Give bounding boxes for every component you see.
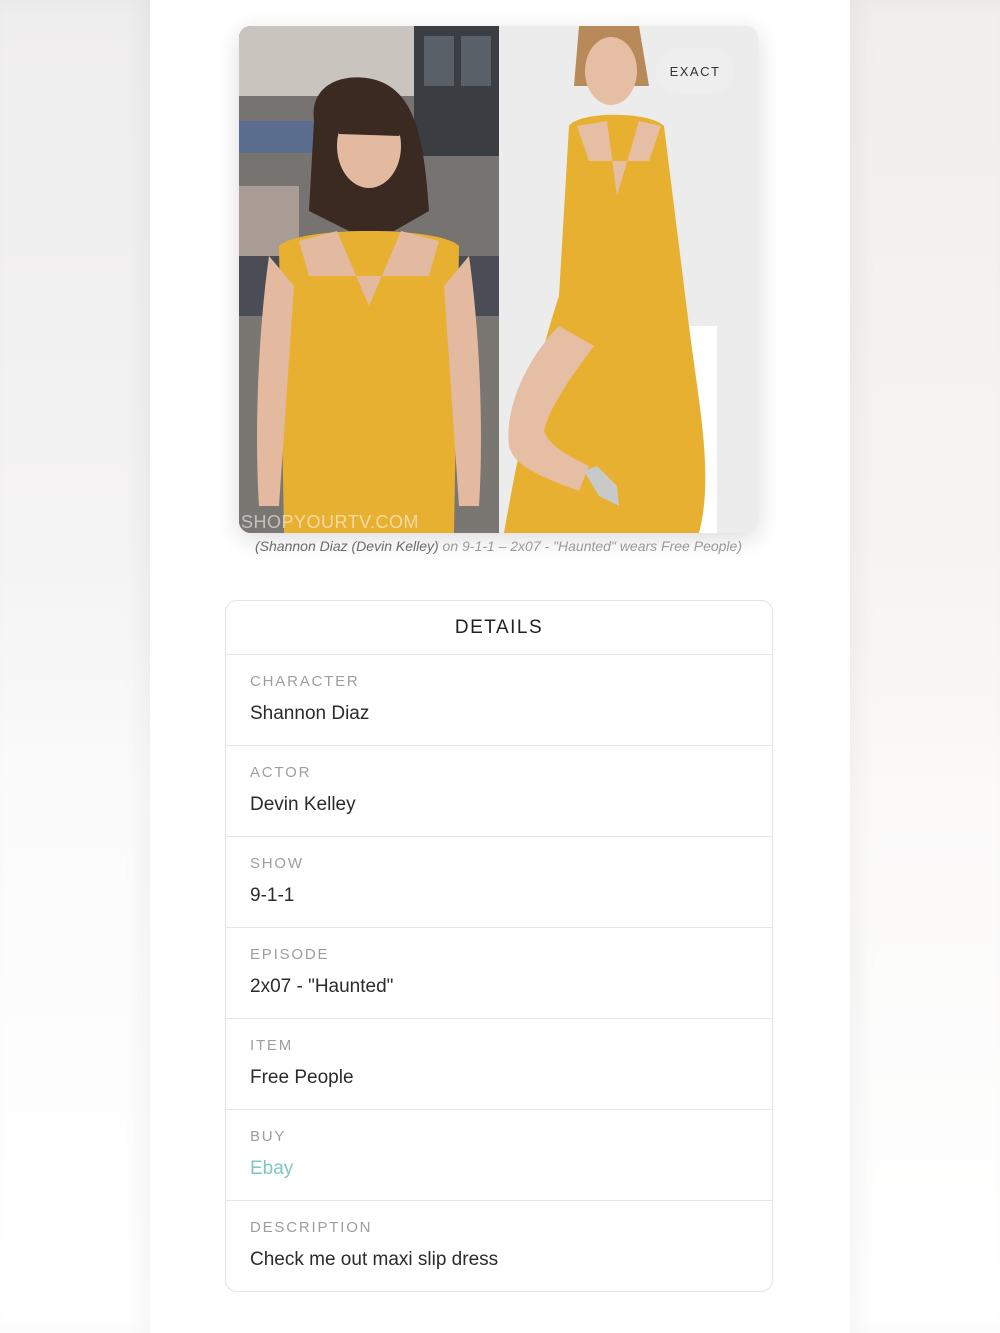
details-card: DETAILS CHARACTER Shannon Diaz ACTOR Dev… bbox=[225, 600, 773, 1292]
details-title: DETAILS bbox=[226, 601, 772, 655]
product-photo: EXACT bbox=[499, 26, 758, 533]
detail-row-description: DESCRIPTION Check me out maxi slip dress bbox=[226, 1201, 772, 1291]
detail-label: DESCRIPTION bbox=[250, 1219, 373, 1236]
detail-label: BUY bbox=[250, 1128, 287, 1145]
caption-rest: on 9-1-1 – 2x07 - "Haunted" wears Free P… bbox=[438, 538, 742, 554]
detail-value: Free People bbox=[250, 1067, 354, 1088]
detail-value: 9-1-1 bbox=[250, 885, 295, 906]
detail-row-buy: BUY Ebay bbox=[226, 1110, 772, 1201]
detail-label: CHARACTER bbox=[250, 673, 360, 690]
detail-value: 2x07 - "Haunted" bbox=[250, 976, 394, 997]
backdrop-right bbox=[850, 0, 1000, 1333]
product-image-card[interactable]: SHOPYOURTV.COM EXACT bbox=[239, 26, 758, 533]
detail-label: ACTOR bbox=[250, 764, 312, 781]
detail-row-episode: EPISODE 2x07 - "Haunted" bbox=[226, 928, 772, 1019]
detail-value: Shannon Diaz bbox=[250, 703, 370, 724]
page-content: SHOPYOURTV.COM EXACT (Shannon Diaz (Devi… bbox=[150, 0, 850, 1333]
exact-match-badge: EXACT bbox=[656, 48, 734, 94]
buy-link-ebay[interactable]: Ebay bbox=[250, 1157, 772, 1181]
detail-label: SHOW bbox=[250, 855, 304, 872]
detail-value: Devin Kelley bbox=[250, 794, 356, 815]
image-caption: (Shannon Diaz (Devin Kelley) on 9-1-1 – … bbox=[239, 536, 758, 556]
detail-row-character: CHARACTER Shannon Diaz bbox=[226, 655, 772, 746]
detail-label: EPISODE bbox=[250, 946, 330, 963]
detail-row-show: SHOW 9-1-1 bbox=[226, 837, 772, 928]
detail-value: Check me out maxi slip dress bbox=[250, 1249, 499, 1270]
backdrop-left bbox=[0, 0, 150, 1333]
watermark-text: SHOPYOURTV.COM bbox=[241, 512, 420, 532]
detail-label: ITEM bbox=[250, 1037, 294, 1054]
detail-row-item: ITEM Free People bbox=[226, 1019, 772, 1110]
detail-row-actor: ACTOR Devin Kelley bbox=[226, 746, 772, 837]
screen-still-photo: SHOPYOURTV.COM bbox=[239, 26, 499, 533]
caption-who: (Shannon Diaz (Devin Kelley) bbox=[255, 538, 439, 554]
